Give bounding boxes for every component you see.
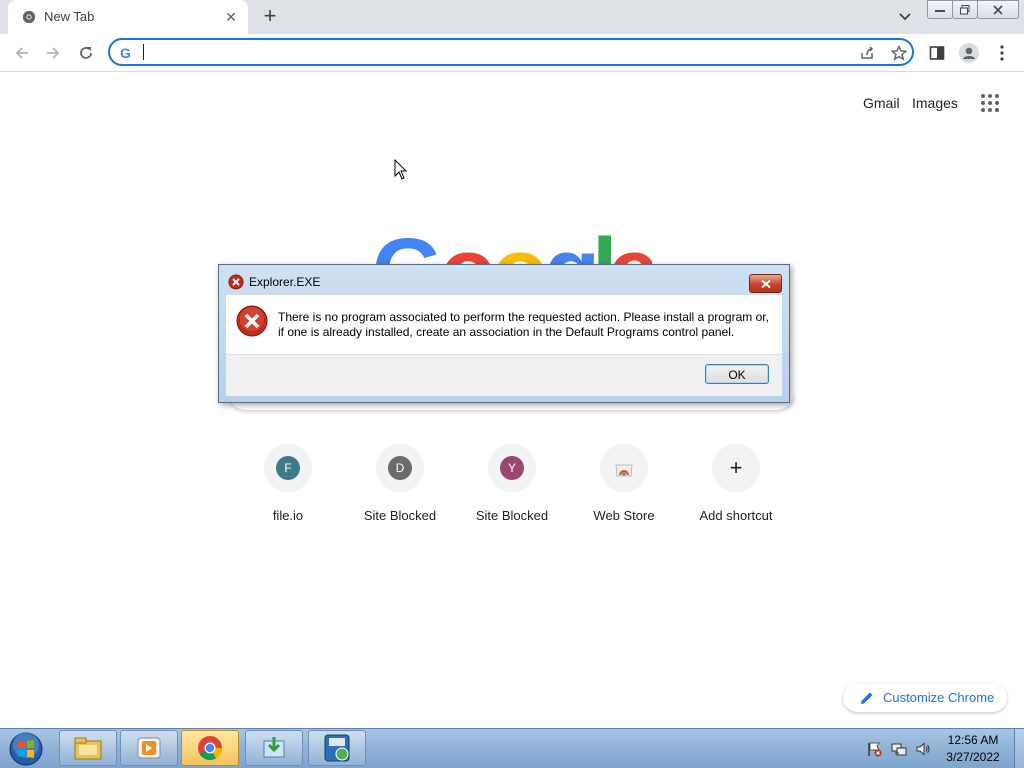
customize-chrome-button[interactable]: Customize Chrome [843,684,1007,712]
customize-label: Customize Chrome [883,690,995,705]
network-icon[interactable] [891,741,907,757]
reload-button[interactable] [73,40,99,66]
media-player-icon [137,737,161,759]
shortcut-icon: D [376,444,424,492]
back-button[interactable] [9,40,35,66]
shortcut-label: Web Store [593,508,655,523]
dialog-body: There is no program associated to perfor… [226,295,782,354]
bookmark-button[interactable] [890,44,908,62]
clock-date[interactable]: 3/27/2022 [938,750,1008,764]
shortcut-tile[interactable]: Y Site Blocked [456,444,568,540]
taskbar-media-player[interactable] [120,730,178,766]
taskbar-chrome[interactable] [181,730,239,766]
taskbar-explorer[interactable] [59,730,117,766]
apps-grid-icon[interactable] [980,93,1000,113]
avatar-icon [959,43,979,63]
text-caret [143,44,144,60]
new-tab-button[interactable]: + [258,5,282,29]
star-icon [891,45,907,61]
menu-button[interactable] [989,40,1015,66]
close-icon [993,4,1003,15]
shortcut-label: Add shortcut [699,508,773,523]
shortcut-icon [600,444,648,492]
mouse-cursor-icon [394,159,408,180]
shortcut-icon: + [712,444,760,492]
chrome-icon [198,736,222,761]
shortcut-label: file.io [272,508,304,523]
start-button[interactable] [6,731,46,767]
plus-icon: + [729,455,743,480]
tab-strip: New Tab ✕ + [0,0,1024,34]
share-icon [861,46,874,59]
installer-icon [263,737,285,758]
show-desktop-button[interactable] [1014,729,1024,768]
google-g-icon: G [120,45,131,61]
arrow-left-icon [15,47,28,59]
images-link[interactable]: Images [912,95,958,111]
error-icon [228,274,244,290]
shortcut-label: Site Blocked [363,508,437,523]
tab-title: New Tab [44,9,95,24]
clock-time[interactable]: 12:56 AM [938,733,1008,747]
shortcut-tile[interactable]: D Site Blocked [344,444,456,540]
close-icon [760,279,771,288]
dialog-footer: OK [226,354,782,396]
web-store-icon [615,464,633,477]
volume-icon[interactable] [915,741,931,757]
share-button[interactable] [858,44,876,62]
shortcut-tile[interactable]: F file.io [232,444,344,540]
restore-button[interactable] [952,0,978,19]
pencil-icon [861,692,873,704]
folder-icon [74,737,102,760]
minimize-button[interactable] [927,0,953,19]
shortcut-icon: Y [488,444,536,492]
forward-button[interactable] [40,40,66,66]
chevron-down-icon[interactable] [895,8,915,26]
shortcut-icon: F [264,444,312,492]
taskbar [0,728,1024,768]
error-icon [236,305,268,337]
shortcut-initial: F [276,456,300,480]
side-panel-button[interactable] [924,40,950,66]
address-bar[interactable]: G [108,38,914,66]
ok-button[interactable]: OK [705,364,769,384]
more-vert-icon [1000,45,1004,61]
shortcut-initial: Y [500,456,524,480]
error-dialog: Explorer.EXE There is no program associa… [218,264,790,403]
browser-toolbar: G [0,34,1024,72]
profile-button[interactable] [956,40,982,66]
dialog-close-button[interactable] [749,274,782,293]
close-tab-icon[interactable]: ✕ [222,8,240,26]
add-shortcut-tile[interactable]: + Add shortcut [680,444,792,540]
side-panel-icon [929,46,945,60]
action-center-flag-icon[interactable] [866,741,882,757]
taskbar-iobit[interactable] [308,730,366,766]
close-window-button[interactable] [977,0,1019,19]
dialog-title: Explorer.EXE [249,275,321,289]
shortcut-tile[interactable]: Web Store [568,444,680,540]
minimize-icon [935,9,945,12]
gmail-link[interactable]: Gmail [863,95,900,111]
shortcut-initial: D [388,456,412,480]
taskbar-installer[interactable] [245,730,303,766]
shortcut-label: Site Blocked [475,508,549,523]
iobit-icon [324,734,350,762]
tab-new-tab[interactable]: New Tab ✕ [8,0,248,34]
chrome-icon [22,10,36,24]
reload-icon [80,47,92,59]
arrow-right-icon [47,47,60,59]
address-input[interactable] [142,43,846,63]
restore-icon [960,4,970,14]
dialog-message: There is no program associated to perfor… [278,310,769,339]
